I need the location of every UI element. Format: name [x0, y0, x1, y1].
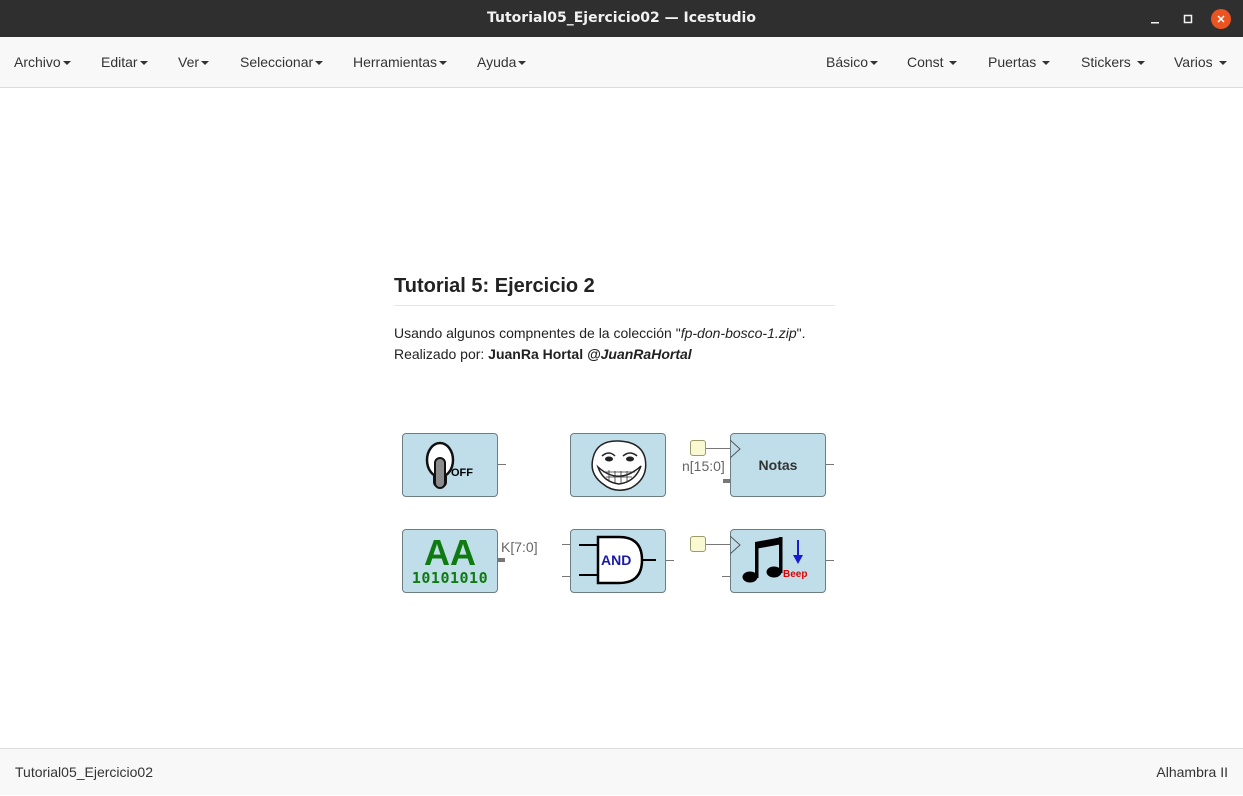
menu-label: Ver [178, 54, 200, 70]
menu-label: Ayuda [477, 54, 517, 70]
status-bar: Tutorial05_Ejercicio02 Alhambra II [0, 748, 1243, 795]
and-input-a-wire [562, 544, 570, 545]
design-canvas[interactable]: Tutorial 5: Ejercicio 2 Usando algunos c… [0, 88, 1243, 748]
constant-hex-label: AA [424, 532, 476, 573]
info-author: JuanRa Hortal [488, 346, 584, 362]
trollface-icon [591, 440, 647, 491]
notas-param-label: n[15:0] [682, 458, 725, 474]
caret-down-icon [315, 61, 324, 66]
caret-down-icon [518, 61, 527, 66]
caret-down-icon [62, 61, 71, 66]
switch-state-label: OFF [451, 467, 473, 479]
maximize-button[interactable] [1178, 9, 1198, 29]
and-output-wire [666, 560, 674, 561]
menu-label: Seleccionar [240, 54, 314, 70]
beep-output-wire [826, 560, 834, 561]
caret-down-icon [1136, 61, 1145, 66]
menu-seleccionar[interactable]: Seleccionar [240, 37, 324, 87]
minimize-button[interactable] [1145, 9, 1165, 29]
music-note-icon [742, 537, 783, 583]
menu-label: Varios [1174, 54, 1213, 70]
caret-down-icon [439, 61, 448, 66]
constant-aa-block[interactable]: AA 10101010 [402, 529, 498, 593]
caret-down-icon [870, 61, 879, 66]
menu-editar[interactable]: Editar [101, 37, 148, 87]
menu-puertas[interactable]: Puertas [988, 37, 1051, 87]
and-input-b-wire [562, 576, 570, 577]
caret-down-icon [1218, 61, 1227, 66]
info-collection-name: fp-don-bosco-1.zip [680, 325, 797, 341]
beep-input-wire [722, 576, 730, 577]
caret-down-icon [139, 61, 148, 66]
toggle-switch-icon [425, 441, 455, 489]
info-handle: @JuanRaHortal [586, 346, 692, 362]
info-text: ". [796, 325, 806, 341]
constant-bits-label: 10101010 [411, 569, 489, 587]
info-text: Usando algunos compnentes de la colecció… [394, 325, 681, 341]
beep-block[interactable]: Beep [730, 529, 826, 593]
menu-stickers[interactable]: Stickers [1081, 37, 1145, 87]
menu-ver[interactable]: Ver [178, 37, 210, 87]
notas-bus-marker [723, 479, 730, 483]
notas-block[interactable]: Notas [730, 433, 826, 497]
caret-down-icon [1042, 61, 1051, 66]
menu-label: Herramientas [353, 54, 438, 70]
info-author-line: Realizado por: JuanRa Hortal @JuanRaHort… [394, 346, 692, 362]
beep-param-wire [706, 544, 730, 545]
minimize-icon [1151, 22, 1159, 24]
window-title: Tutorial05_Ejercicio02 — Icestudio [487, 10, 756, 26]
and-gate-block[interactable]: AND [570, 529, 666, 593]
menu-label: Puertas [988, 54, 1037, 70]
menu-basico[interactable]: Básico [826, 37, 879, 87]
menu-label: Básico [826, 54, 869, 70]
project-name: Tutorial05_Ejercicio02 [15, 764, 153, 780]
switch-block[interactable]: OFF [402, 433, 498, 497]
menu-archivo[interactable]: Archivo [14, 37, 71, 87]
info-title: Tutorial 5: Ejercicio 2 [394, 275, 835, 306]
title-bar: Tutorial05_Ejercicio02 — Icestudio [0, 0, 1243, 37]
caret-down-icon [949, 61, 958, 66]
board-selector[interactable]: Alhambra II [1156, 749, 1228, 796]
notas-param-wire [706, 448, 730, 449]
caret-down-icon [201, 61, 210, 66]
menu-varios[interactable]: Varios [1174, 37, 1227, 87]
clock-input-marker-icon [730, 439, 741, 459]
notas-block-label: Notas [758, 457, 798, 473]
down-arrow-icon [793, 540, 803, 564]
switch-output-wire [498, 464, 506, 465]
constant-param-label: K[7:0] [501, 539, 538, 555]
menu-bar: Archivo Editar Ver Seleccionar Herramien… [0, 37, 1243, 88]
notas-output-wire [826, 464, 834, 465]
and-gate-label: AND [601, 552, 632, 568]
menu-herramientas[interactable]: Herramientas [353, 37, 448, 87]
menu-label: Const [907, 54, 944, 70]
maximize-icon [1183, 14, 1193, 24]
notas-parameter-input[interactable] [690, 440, 706, 456]
close-icon [1217, 15, 1225, 23]
close-button[interactable] [1211, 9, 1231, 29]
beep-label: Beep [783, 569, 808, 580]
beep-parameter-input[interactable] [690, 536, 706, 552]
menu-label: Stickers [1081, 54, 1131, 70]
menu-const[interactable]: Const [907, 37, 958, 87]
info-description: Usando algunos compnentes de la colecció… [394, 325, 806, 341]
trollface-sticker-block[interactable] [570, 433, 666, 497]
constant-bus-marker [498, 558, 505, 562]
info-text: Realizado por: [394, 346, 489, 362]
menu-label: Archivo [14, 54, 61, 70]
menu-label: Editar [101, 54, 138, 70]
menu-ayuda[interactable]: Ayuda [477, 37, 527, 87]
